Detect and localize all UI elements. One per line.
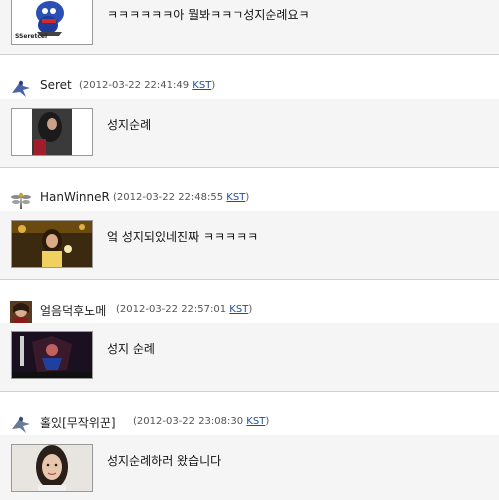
comment-thumbnail[interactable] — [11, 331, 93, 379]
comment-message: 엌 성지되있네진짜 ㅋㅋㅋㅋㅋ — [107, 230, 259, 244]
comment-timestamp: (2012-03-22 22:41:49 KST) — [79, 80, 216, 91]
timezone-link[interactable]: KST — [192, 80, 211, 91]
dragonfly-icon — [11, 191, 31, 209]
portrait-avatar-icon — [10, 301, 32, 323]
comment-username[interactable]: 홀있[무작위꾼] — [40, 414, 116, 431]
divider — [0, 391, 499, 392]
timezone-link[interactable]: KST — [246, 416, 265, 427]
comment-item: SSeretcel ㅋㅋㅋㅋㅋㅋ아 뭘봐ㅋㅋㄱ성지순례요ㅋ — [0, 0, 499, 55]
comment-message: 성지순례 — [107, 118, 152, 132]
anime-character-image — [12, 332, 92, 378]
singer-performance-image — [12, 221, 92, 267]
comment-timestamp: (2012-03-22 22:48:55 KST) — [113, 192, 250, 203]
comment-item: HanWinneR (2012-03-22 22:48:55 KST) 엌 성지… — [0, 178, 499, 280]
timezone-link[interactable]: KST — [226, 192, 245, 203]
comment-thumbnail[interactable] — [11, 444, 93, 492]
comment-timestamp: (2012-03-22 22:57:01 KST) — [116, 304, 253, 315]
comment-timestamp: (2012-03-22 23:08:30 KST) — [133, 416, 270, 427]
dark-hair-person-image — [12, 109, 92, 155]
divider — [0, 279, 499, 280]
comment-thumbnail[interactable] — [11, 108, 93, 156]
comment-item: Seret (2012-03-22 22:41:49 KST) 성지순례 — [0, 66, 499, 168]
timezone-link[interactable]: KST — [229, 304, 248, 315]
comment-message: 성지 순례 — [107, 342, 155, 356]
comment-thumbnail[interactable] — [11, 220, 93, 268]
thumb-caption: SSeretcel — [15, 33, 48, 40]
comment-message: ㅋㅋㅋㅋㅋㅋ아 뭘봐ㅋㅋㄱ성지순례요ㅋ — [107, 8, 310, 22]
divider — [0, 54, 499, 55]
bird-icon — [12, 416, 30, 433]
comment-message: 성지순례하러 왔습니다 — [107, 454, 222, 468]
comment-item: 얼음덕후노메 (2012-03-22 22:57:01 KST) 성지 순례 — [0, 290, 499, 392]
divider — [0, 167, 499, 168]
comment-thumbnail[interactable]: SSeretcel — [11, 0, 93, 45]
bird-icon — [12, 80, 30, 97]
girl-portrait-image — [12, 445, 92, 491]
comment-username[interactable]: Seret — [40, 78, 72, 92]
comment-item: 홀있[무작위꾼] (2012-03-22 23:08:30 KST) 성지순례하… — [0, 402, 499, 500]
comment-username[interactable]: 얼음덕후노메 — [40, 302, 106, 319]
comment-username[interactable]: HanWinneR — [40, 190, 110, 204]
